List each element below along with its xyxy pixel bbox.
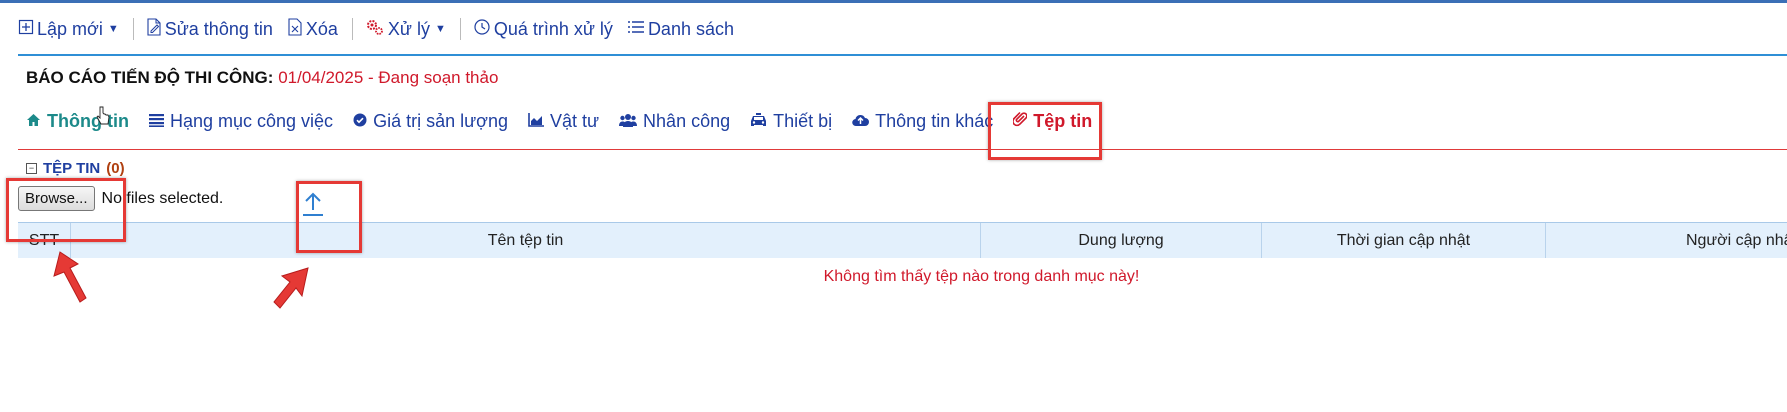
- tab-files[interactable]: Tệp tin: [1012, 110, 1093, 132]
- new-label: Lập mới: [37, 18, 103, 39]
- edit-label: Sửa thông tin: [164, 18, 273, 39]
- column-header[interactable]: Thời gian cập nhật: [1262, 223, 1546, 258]
- column-header[interactable]: Tên tệp tin: [71, 223, 981, 258]
- report-status: 01/04/2025 - Đang soạn thảo: [278, 68, 499, 87]
- file-input-row: Browse... No files selected.: [18, 186, 223, 211]
- tab-info[interactable]: Thông tin: [26, 111, 129, 132]
- toolbar: Lập mới ▼ Sửa thông tin Xóa Xử lý ▼ Quá …: [18, 13, 1787, 45]
- tab-label: Giá trị sản lượng: [373, 110, 508, 131]
- tab-label: Vật tư: [549, 110, 600, 131]
- tab-label: Nhân công: [643, 110, 731, 131]
- tab-label: Thiết bị: [773, 110, 833, 131]
- browse-button[interactable]: Browse...: [18, 186, 95, 211]
- tab-output-value[interactable]: Giá trị sản lượng: [353, 111, 508, 132]
- tab-label: Tệp tin: [1033, 110, 1093, 131]
- column-header[interactable]: STT: [18, 223, 71, 258]
- history-clock-icon: [473, 18, 491, 41]
- mouse-cursor-icon: [96, 106, 110, 125]
- delete-document-icon: [287, 17, 303, 41]
- caret-down-icon: ▼: [107, 23, 119, 35]
- tab-work-items[interactable]: Hạng mục công việc: [148, 110, 334, 132]
- list-label: Danh sách: [647, 18, 734, 39]
- files-section-header[interactable]: − TỆP TIN (0): [26, 160, 125, 177]
- home-icon: [26, 111, 41, 132]
- process-button[interactable]: Xử lý ▼: [365, 18, 446, 41]
- caret-down-icon: ▼: [434, 23, 446, 35]
- collapse-icon[interactable]: −: [26, 163, 37, 174]
- files-table-header: STT Tên tệp tin Dung lượng Thời gian cập…: [18, 222, 1787, 258]
- tab-bar: Thông tin Hạng mục công việc Giá trị sản…: [26, 108, 1112, 134]
- column-header[interactable]: Người cập nhật: [1546, 223, 1787, 258]
- tab-label: Hạng mục công việc: [169, 110, 334, 131]
- edit-button[interactable]: Sửa thông tin: [146, 17, 273, 41]
- tab-equipment[interactable]: Thiết bị: [750, 111, 832, 132]
- tab-materials[interactable]: Vật tư: [528, 111, 599, 132]
- cloud-upload-icon: [852, 111, 870, 132]
- history-label: Quá trình xử lý: [493, 18, 613, 39]
- tab-label: Thông tin khác: [875, 110, 994, 131]
- files-section-title: TỆP TIN: [43, 160, 101, 177]
- new-button[interactable]: Lập mới ▼: [18, 19, 119, 40]
- toolbar-divider: [351, 18, 353, 40]
- edit-document-icon: [146, 17, 162, 41]
- gears-icon: [365, 18, 385, 41]
- taxi-icon: [750, 111, 767, 132]
- no-files-text: No files selected.: [101, 189, 224, 207]
- report-title-text: BÁO CÁO TIẾN ĐỘ THI CÔNG:: [26, 68, 274, 87]
- delete-button[interactable]: Xóa: [287, 17, 338, 41]
- toolbar-divider: [459, 18, 461, 40]
- tabs-divider-line: [18, 149, 1787, 150]
- tab-labor[interactable]: Nhân công: [619, 111, 730, 132]
- process-label: Xử lý: [387, 18, 430, 39]
- list-icon: [148, 111, 164, 132]
- column-header[interactable]: Dung lượng: [981, 223, 1262, 258]
- check-circle-icon: [353, 111, 367, 132]
- upload-arrow-icon: [300, 192, 326, 222]
- list-button[interactable]: Danh sách: [627, 19, 734, 40]
- upload-button[interactable]: [300, 190, 326, 218]
- toolbar-divider: [132, 18, 134, 40]
- tab-other-info[interactable]: Thông tin khác: [852, 111, 993, 132]
- users-icon: [619, 111, 638, 132]
- chart-area-icon: [528, 111, 544, 132]
- delete-label: Xóa: [305, 18, 338, 39]
- files-count: (0): [106, 160, 125, 177]
- tab-label: Thông tin: [47, 110, 129, 131]
- empty-table-message: Không tìm thấy tệp nào trong danh mục nà…: [823, 268, 1140, 285]
- list-icon: [627, 19, 645, 40]
- top-accent-line: [0, 0, 1787, 3]
- paperclip-icon: [1012, 111, 1028, 132]
- plus-square-icon: [18, 19, 34, 40]
- page-title: BÁO CÁO TIẾN ĐỘ THI CÔNG: 01/04/2025 - Đ…: [26, 68, 498, 88]
- history-button[interactable]: Quá trình xử lý: [473, 18, 613, 41]
- toolbar-divider-line: [18, 54, 1787, 56]
